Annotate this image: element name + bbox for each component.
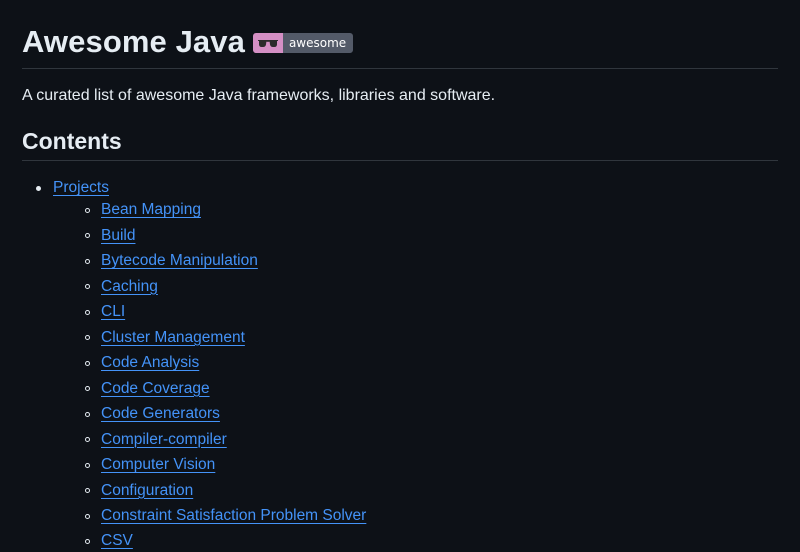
list-item: Cluster Management	[85, 327, 245, 349]
bullet-icon	[85, 513, 90, 519]
bullet-icon	[85, 258, 90, 264]
toc-link[interactable]: Caching	[101, 278, 158, 296]
list-item: Code Generators	[85, 403, 220, 425]
bullet-icon	[85, 284, 90, 289]
list-item: Bytecode Manipulation	[85, 250, 258, 272]
contents-divider	[22, 160, 778, 161]
title-divider	[22, 68, 778, 69]
bullet-icon	[85, 335, 90, 340]
awesome-badge[interactable]: awesome	[252, 33, 354, 53]
list-item: Projects	[36, 177, 109, 199]
list-item: Computer Vision	[85, 454, 215, 476]
sunglasses-icon	[252, 33, 283, 53]
toc-link[interactable]: Cluster Management	[101, 329, 245, 347]
toc-link[interactable]: Computer Vision	[101, 456, 215, 474]
page-title: Awesome Java	[22, 24, 245, 59]
bullet-icon	[85, 437, 90, 442]
title-row: Awesome Java awesome	[22, 22, 354, 62]
list-item: Code Analysis	[85, 352, 199, 374]
toc-link[interactable]: Code Generators	[101, 405, 220, 423]
badge-label: awesome	[282, 33, 354, 53]
toc-link[interactable]: CSV	[101, 532, 133, 550]
bullet-icon	[85, 233, 90, 238]
toc-link-projects[interactable]: Projects	[53, 179, 109, 197]
toc-link[interactable]: CLI	[101, 303, 125, 321]
toc-link[interactable]: Code Coverage	[101, 380, 210, 398]
description: A curated list of awesome Java framework…	[22, 87, 496, 104]
bullet-icon	[85, 386, 90, 391]
bullet-icon	[36, 185, 41, 191]
bullet-icon	[85, 411, 90, 417]
bullet-icon	[85, 488, 90, 493]
list-item: Bean Mapping	[85, 199, 201, 221]
toc-link[interactable]: Bean Mapping	[101, 201, 201, 219]
contents-heading: Contents	[22, 128, 122, 154]
toc-link[interactable]: Bytecode Manipulation	[101, 252, 258, 270]
list-item: CLI	[85, 301, 125, 323]
bullet-icon	[85, 360, 90, 366]
list-item: Code Coverage	[85, 378, 210, 400]
list-item: Constraint Satisfaction Problem Solver	[85, 505, 366, 527]
bullet-icon	[85, 462, 90, 468]
bullet-icon	[85, 309, 90, 315]
bullet-icon	[85, 207, 90, 213]
bullet-icon	[85, 538, 90, 544]
list-item: Caching	[85, 276, 158, 298]
list-item: CSV	[85, 530, 133, 552]
toc-link[interactable]: Configuration	[101, 482, 193, 500]
toc-link[interactable]: Constraint Satisfaction Problem Solver	[101, 507, 366, 525]
list-item: Build	[85, 225, 135, 247]
list-item: Configuration	[85, 480, 193, 502]
toc-link[interactable]: Compiler-compiler	[101, 431, 227, 449]
toc-link[interactable]: Build	[101, 227, 135, 245]
toc-link[interactable]: Code Analysis	[101, 354, 199, 372]
list-item: Compiler-compiler	[85, 429, 227, 451]
